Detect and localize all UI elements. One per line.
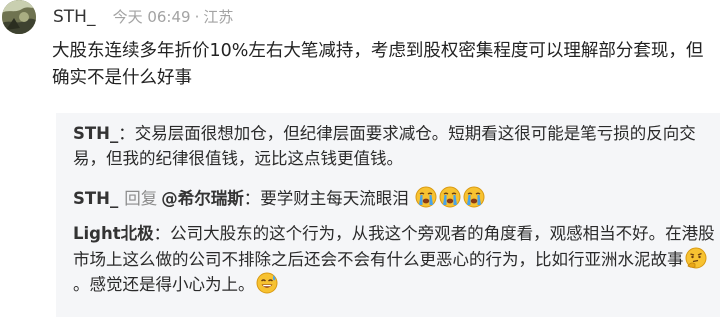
comment-header: STH_ 今天 06:49 · 江苏 <box>53 6 233 28</box>
meta-separator: · <box>194 8 200 26</box>
reply-colon: ： <box>153 224 171 243</box>
thinking-face-icon <box>685 247 707 269</box>
reply-label: 回复 <box>124 189 158 208</box>
comment-location: 江苏 <box>203 8 234 26</box>
comment-meta: 今天 06:49 · 江苏 <box>113 8 234 26</box>
reply-author[interactable]: STH_ <box>73 124 118 143</box>
comment-author[interactable]: STH_ <box>53 7 95 27</box>
comment-time: 今天 06:49 <box>112 8 191 26</box>
comment-body: 大股东连续多年折价10%左右大笔减持，考虑到股权密集程度可以理解部分套现，但确实… <box>52 41 704 88</box>
reply-author[interactable]: Light北极 <box>73 224 154 243</box>
reply-item: Light北极：公司大股东的这个行为，从我这个旁观者的角度看，观感相当不好。在港… <box>73 222 717 298</box>
mention-link[interactable]: @希尔瑞斯 <box>161 189 244 208</box>
reply-colon: ： <box>118 124 135 143</box>
grinning-sweat-icon <box>256 272 278 294</box>
avatar-image <box>2 0 36 34</box>
avatar[interactable] <box>2 0 36 34</box>
reply-text: 公司大股东的这个行为，从我这个旁观者的角度看，观感相当不好。在港股市场上这么做的… <box>73 224 715 269</box>
crying-face-icon <box>439 186 461 208</box>
reply-text: 交易层面很想加仓，但纪律层面要求减仓。短期看这很可能是笔亏损的反向交易，但我的纪… <box>73 124 696 168</box>
reply-thread: STH_：交易层面很想加仓，但纪律层面要求减仓。短期看这很可能是笔亏损的反向交易… <box>56 113 720 317</box>
reply-author[interactable]: STH_ <box>73 189 118 208</box>
crying-face-icon <box>463 186 485 208</box>
reply-item: STH_：交易层面很想加仓，但纪律层面要求减仓。短期看这很可能是笔亏损的反向交易… <box>73 122 717 171</box>
reply-text: 。感觉还是得小心为上。 <box>73 275 255 294</box>
reply-colon: ： <box>243 189 261 208</box>
crying-face-icon <box>415 186 437 208</box>
reply-item: STH_ 回复 @希尔瑞斯：要学财主每天流眼泪 <box>73 186 717 212</box>
reply-text: 要学财主每天流眼泪 <box>260 189 409 208</box>
